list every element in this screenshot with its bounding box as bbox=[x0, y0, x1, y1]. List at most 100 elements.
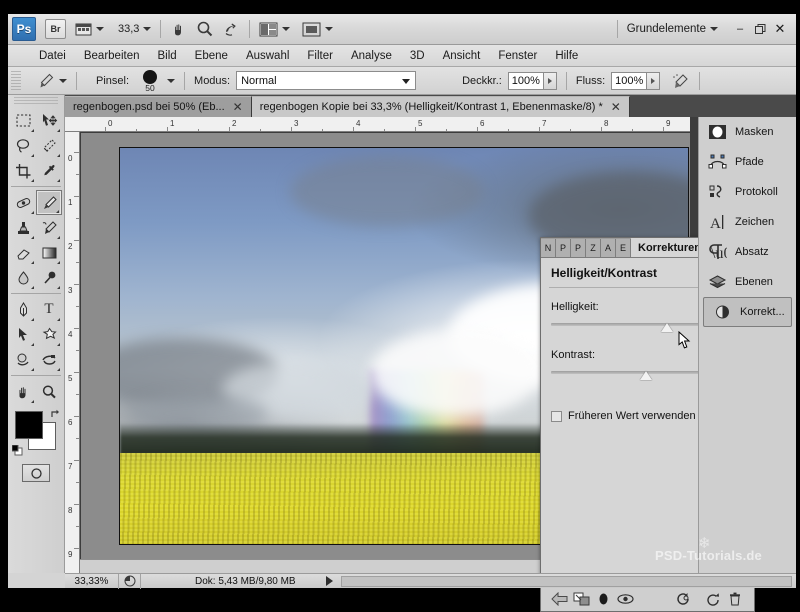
dodge-tool[interactable] bbox=[36, 265, 62, 290]
panel-tab-e[interactable]: E bbox=[616, 239, 631, 257]
history-brush-tool[interactable] bbox=[36, 215, 62, 240]
foreground-color-swatch[interactable] bbox=[15, 411, 43, 439]
document-preview-icon[interactable] bbox=[119, 573, 141, 589]
swap-colors-icon[interactable] bbox=[50, 408, 62, 423]
eraser-tool[interactable] bbox=[10, 240, 36, 265]
photoshop-window: Ps Br 33,3 Grundelemente – ✕ Datei Bearb… bbox=[0, 0, 800, 612]
brightness-slider-thumb[interactable] bbox=[661, 323, 673, 332]
zoom-tool-button[interactable] bbox=[196, 14, 214, 45]
play-arrow-icon[interactable] bbox=[325, 576, 333, 586]
opacity-field-group[interactable]: 100% bbox=[507, 71, 557, 90]
return-to-adjustment-list-icon[interactable] bbox=[549, 589, 571, 609]
status-zoom-level[interactable]: 33,33% bbox=[65, 573, 119, 589]
menu-fenster[interactable]: Fenster bbox=[489, 48, 546, 64]
screen-mode-icon bbox=[302, 22, 321, 37]
quick-mask-mode-button[interactable] bbox=[22, 464, 50, 482]
clip-to-layer-icon[interactable] bbox=[571, 589, 593, 609]
menu-analyse[interactable]: Analyse bbox=[342, 48, 401, 64]
view-extras-button[interactable] bbox=[75, 14, 104, 45]
menu-filter[interactable]: Filter bbox=[298, 48, 342, 64]
close-icon[interactable]: ✕ bbox=[233, 101, 243, 113]
crop-tool[interactable] bbox=[10, 158, 36, 183]
launch-bridge-button[interactable]: Br bbox=[45, 19, 66, 39]
close-icon[interactable]: ✕ bbox=[611, 101, 621, 113]
clone-stamp-tool[interactable] bbox=[10, 215, 36, 240]
default-colors-icon[interactable] bbox=[11, 444, 23, 456]
gradient-tool[interactable] bbox=[36, 240, 62, 265]
options-bar-grip[interactable] bbox=[11, 70, 21, 91]
dock-item-absatz[interactable]: \u00b6 Absatz bbox=[699, 237, 796, 267]
brush-tool[interactable] bbox=[36, 190, 62, 215]
contrast-slider-thumb[interactable] bbox=[639, 371, 652, 380]
vertical-ruler[interactable]: 0 1 2 3 4 5 6 7 8 9 bbox=[65, 132, 80, 573]
minimize-button[interactable]: – bbox=[730, 21, 750, 37]
document-tab-regenbogen[interactable]: regenbogen.psd bei 50% (Eb... ✕ bbox=[65, 96, 252, 117]
reset-adjustment-icon[interactable] bbox=[672, 589, 694, 609]
flow-field-group[interactable]: 100% bbox=[611, 71, 661, 90]
zoom-tool[interactable] bbox=[36, 379, 62, 404]
legacy-checkbox[interactable] bbox=[551, 410, 562, 422]
ruler-mark: 4 bbox=[68, 330, 73, 339]
menu-auswahl[interactable]: Auswahl bbox=[237, 48, 298, 64]
panel-tab-a[interactable]: A bbox=[601, 239, 616, 257]
orbit-3d-camera-tool[interactable] bbox=[36, 347, 62, 372]
dock-item-zeichen[interactable]: A Zeichen bbox=[699, 207, 796, 237]
blend-mode-select[interactable]: Normal bbox=[236, 71, 417, 90]
panel-tab-p2[interactable]: P bbox=[571, 239, 586, 257]
menu-3d[interactable]: 3D bbox=[401, 48, 434, 64]
workspace-selector[interactable]: Grundelemente bbox=[627, 14, 718, 45]
dock-item-korrekturen[interactable]: Korrekt... bbox=[703, 297, 792, 327]
brush-preset-picker[interactable]: 50 bbox=[135, 68, 165, 94]
screen-mode-button[interactable] bbox=[302, 14, 334, 45]
airbrush-toggle-button[interactable] bbox=[670, 72, 690, 90]
opacity-value[interactable]: 100% bbox=[507, 71, 544, 90]
blur-tool[interactable] bbox=[10, 265, 36, 290]
toolbar-grip[interactable] bbox=[14, 97, 58, 106]
rotate-3d-object-tool[interactable] bbox=[10, 347, 36, 372]
dock-item-pfade[interactable]: Pfade bbox=[699, 147, 796, 177]
menu-bild[interactable]: Bild bbox=[148, 48, 185, 64]
horizontal-ruler[interactable]: 0 1 2 3 4 5 6 7 8 9 bbox=[65, 117, 690, 132]
pen-tool[interactable] bbox=[10, 297, 36, 322]
flow-stepper[interactable] bbox=[647, 71, 661, 90]
magic-wand-tool[interactable] bbox=[36, 133, 62, 158]
current-tool-preset[interactable] bbox=[35, 72, 67, 90]
type-tool[interactable]: T bbox=[36, 297, 62, 322]
panel-tab-korrekturen[interactable]: Korrekturen bbox=[631, 238, 708, 257]
move-tool[interactable] bbox=[36, 108, 62, 133]
eyedropper-tool[interactable] bbox=[36, 158, 62, 183]
document-tab-regenbogen-kopie[interactable]: regenbogen Kopie bei 33,3% (Helligkeit/K… bbox=[251, 96, 630, 117]
dock-item-ebenen[interactable]: Ebenen bbox=[699, 267, 796, 297]
flow-value[interactable]: 100% bbox=[611, 71, 648, 90]
rotate-view-button[interactable] bbox=[222, 14, 240, 45]
path-selection-tool[interactable] bbox=[10, 322, 36, 347]
arrange-documents-button[interactable] bbox=[259, 14, 291, 45]
svg-text:A: A bbox=[710, 216, 721, 230]
menu-bearbeiten[interactable]: Bearbeiten bbox=[75, 48, 149, 64]
spot-healing-brush-tool[interactable] bbox=[10, 190, 36, 215]
panel-tab-n[interactable]: N bbox=[541, 239, 556, 257]
chevron-down-icon[interactable] bbox=[167, 78, 176, 83]
menu-datei[interactable]: Datei bbox=[30, 48, 75, 64]
toggle-layer-visibility-icon[interactable] bbox=[593, 589, 615, 609]
hand-tool[interactable] bbox=[10, 379, 36, 404]
revert-icon[interactable] bbox=[702, 589, 724, 609]
delete-adjustment-icon[interactable] bbox=[724, 589, 746, 609]
menu-hilfe[interactable]: Hilfe bbox=[546, 48, 587, 64]
restore-button[interactable] bbox=[750, 21, 770, 37]
lasso-tool[interactable] bbox=[10, 133, 36, 158]
status-scroll-track[interactable] bbox=[340, 575, 792, 587]
dock-item-masken[interactable]: Masken bbox=[699, 117, 796, 147]
hand-tool-button[interactable] bbox=[170, 14, 188, 45]
panel-tab-z[interactable]: Z bbox=[586, 239, 601, 257]
rectangular-marquee-tool[interactable] bbox=[10, 108, 36, 133]
zoom-level-selector[interactable]: 33,3 bbox=[104, 14, 152, 45]
custom-shape-tool[interactable] bbox=[36, 322, 62, 347]
opacity-stepper[interactable] bbox=[543, 71, 557, 90]
panel-tab-p1[interactable]: P bbox=[556, 239, 571, 257]
view-previous-state-icon[interactable] bbox=[615, 589, 637, 609]
dock-item-protokoll[interactable]: Protokoll bbox=[699, 177, 796, 207]
close-button[interactable]: ✕ bbox=[770, 21, 790, 37]
menu-ebene[interactable]: Ebene bbox=[186, 48, 237, 64]
menu-ansicht[interactable]: Ansicht bbox=[434, 48, 490, 64]
